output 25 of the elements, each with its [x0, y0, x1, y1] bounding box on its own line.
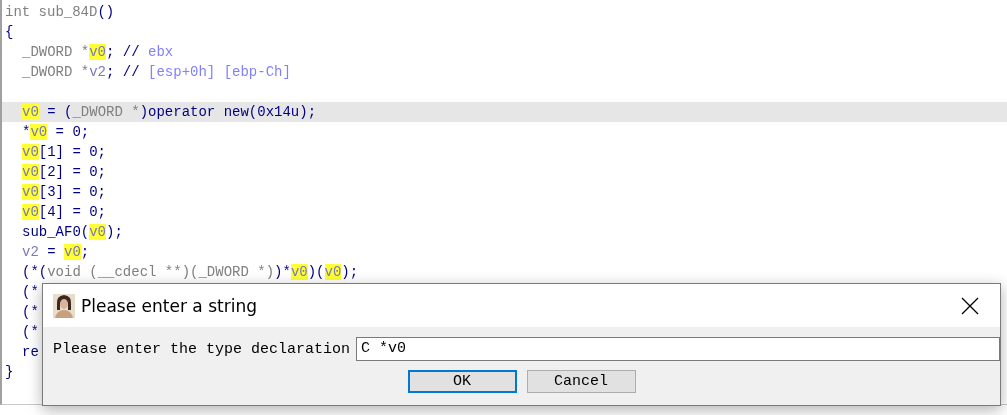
- code-line: (*(void (__cdecl **)(_DWORD *))*v0)(v0);: [22, 263, 359, 282]
- code-line: (*: [22, 323, 39, 342]
- code-line: v2 = v0;: [22, 243, 90, 262]
- code-line: _DWORD *v2; // [esp+0h] [ebp-Ch]: [22, 63, 291, 82]
- person-icon: [53, 293, 75, 318]
- field-label: Please enter the type declaration: [53, 340, 351, 358]
- code-line: v0 = (_DWORD *)operator new(0x14u);: [22, 103, 317, 122]
- code-line: int sub_84D(): [5, 3, 115, 22]
- close-icon[interactable]: [961, 296, 979, 315]
- ok-button[interactable]: OK: [407, 370, 517, 393]
- code-line: {: [5, 23, 14, 42]
- dialog-title: Please enter a string: [81, 295, 258, 316]
- code-line: v0[4] = 0;: [22, 203, 107, 222]
- code-line: _DWORD *v0; // ebx: [22, 43, 174, 62]
- code-line: v0[2] = 0;: [22, 163, 107, 182]
- code-line: }: [5, 363, 14, 382]
- input-field[interactable]: C *v0: [356, 337, 1000, 361]
- code-line: (*: [22, 303, 39, 322]
- code-line: *v0 = 0;: [22, 123, 90, 142]
- code-line: v0[3] = 0;: [22, 183, 107, 202]
- cancel-button[interactable]: Cancel: [526, 370, 636, 393]
- code-line: (*: [22, 283, 39, 302]
- code-line: re: [22, 343, 39, 362]
- code-line: sub_AF0(v0);: [22, 223, 123, 242]
- code-line: v0[1] = 0;: [22, 143, 107, 162]
